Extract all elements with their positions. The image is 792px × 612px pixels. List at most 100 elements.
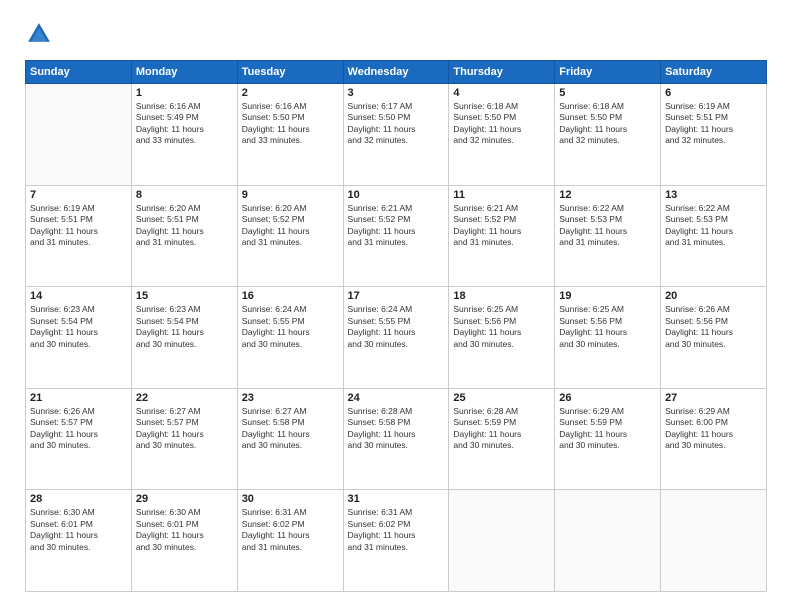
day-info: Sunrise: 6:23 AM Sunset: 5:54 PM Dayligh… [30, 304, 127, 350]
day-info: Sunrise: 6:29 AM Sunset: 6:00 PM Dayligh… [665, 406, 762, 452]
week-row-3: 14 Sunrise: 6:23 AM Sunset: 5:54 PM Dayli… [26, 287, 767, 389]
day-info: Sunrise: 6:19 AM Sunset: 5:51 PM Dayligh… [30, 203, 127, 249]
day-number: 23 [242, 392, 339, 404]
day-info: Sunrise: 6:27 AM Sunset: 5:58 PM Dayligh… [242, 406, 339, 452]
day-info: Sunrise: 6:26 AM Sunset: 5:57 PM Dayligh… [30, 406, 127, 452]
day-number: 4 [453, 87, 550, 99]
calendar-cell: 24 Sunrise: 6:28 AM Sunset: 5:58 PM Dayli… [343, 388, 449, 490]
calendar-cell: 25 Sunrise: 6:28 AM Sunset: 5:59 PM Dayli… [449, 388, 555, 490]
week-row-4: 21 Sunrise: 6:26 AM Sunset: 5:57 PM Dayli… [26, 388, 767, 490]
calendar-cell: 22Sunrise: 6:27 AM Sunset: 5:57 PM Dayli… [131, 388, 237, 490]
calendar-cell: 7 Sunrise: 6:19 AM Sunset: 5:51 PM Daylig… [26, 185, 132, 287]
day-info: Sunrise: 6:26 AM Sunset: 5:56 PM Dayligh… [665, 304, 762, 350]
calendar-cell [26, 84, 132, 186]
calendar: SundayMondayTuesdayWednesdayThursdayFrid… [25, 60, 767, 592]
calendar-cell: 10Sunrise: 6:21 AM Sunset: 5:52 PM Dayli… [343, 185, 449, 287]
logo-icon [25, 20, 53, 48]
weekday-header-saturday: Saturday [661, 61, 767, 84]
week-row-2: 7 Sunrise: 6:19 AM Sunset: 5:51 PM Daylig… [26, 185, 767, 287]
day-info: Sunrise: 6:16 AM Sunset: 5:50 PM Dayligh… [242, 101, 339, 147]
calendar-cell [449, 490, 555, 592]
header [25, 20, 767, 48]
calendar-cell [661, 490, 767, 592]
calendar-cell: 1 Sunrise: 6:16 AM Sunset: 5:49 PM Daylig… [131, 84, 237, 186]
weekday-header-wednesday: Wednesday [343, 61, 449, 84]
day-number: 3 [348, 87, 445, 99]
day-number: 29 [136, 493, 233, 505]
calendar-cell: 26 Sunrise: 6:29 AM Sunset: 5:59 PM Dayli… [555, 388, 661, 490]
day-number: 25 [453, 392, 550, 404]
day-number: 1 [136, 87, 233, 99]
day-info: Sunrise: 6:23 AM Sunset: 5:54 PM Dayligh… [136, 304, 233, 350]
day-info: Sunrise: 6:28 AM Sunset: 5:58 PM Dayligh… [348, 406, 445, 452]
weekday-header-tuesday: Tuesday [237, 61, 343, 84]
calendar-cell: 20Sunrise: 6:26 AM Sunset: 5:56 PM Dayli… [661, 287, 767, 389]
day-info: Sunrise: 6:24 AM Sunset: 5:55 PM Dayligh… [242, 304, 339, 350]
day-number: 19 [559, 290, 656, 302]
day-number: 9 [242, 189, 339, 201]
calendar-cell [555, 490, 661, 592]
day-number: 30 [242, 493, 339, 505]
day-info: Sunrise: 6:30 AM Sunset: 6:01 PM Dayligh… [30, 507, 127, 553]
weekday-header-thursday: Thursday [449, 61, 555, 84]
week-row-5: 28 Sunrise: 6:30 AM Sunset: 6:01 PM Dayli… [26, 490, 767, 592]
day-info: Sunrise: 6:18 AM Sunset: 5:50 PM Dayligh… [559, 101, 656, 147]
logo [25, 20, 57, 48]
day-number: 7 [30, 189, 127, 201]
day-info: Sunrise: 6:22 AM Sunset: 5:53 PM Dayligh… [559, 203, 656, 249]
day-info: Sunrise: 6:31 AM Sunset: 6:02 PM Dayligh… [242, 507, 339, 553]
calendar-cell: 17Sunrise: 6:24 AM Sunset: 5:55 PM Dayli… [343, 287, 449, 389]
day-number: 24 [348, 392, 445, 404]
day-number: 31 [348, 493, 445, 505]
day-info: Sunrise: 6:29 AM Sunset: 5:59 PM Dayligh… [559, 406, 656, 452]
calendar-cell: 28 Sunrise: 6:30 AM Sunset: 6:01 PM Dayli… [26, 490, 132, 592]
day-number: 5 [559, 87, 656, 99]
day-number: 12 [559, 189, 656, 201]
day-info: Sunrise: 6:20 AM Sunset: 5:51 PM Dayligh… [136, 203, 233, 249]
day-number: 21 [30, 392, 127, 404]
calendar-cell: 30 Sunrise: 6:31 AM Sunset: 6:02 PM Dayli… [237, 490, 343, 592]
day-info: Sunrise: 6:25 AM Sunset: 5:56 PM Dayligh… [453, 304, 550, 350]
day-number: 28 [30, 493, 127, 505]
day-info: Sunrise: 6:17 AM Sunset: 5:50 PM Dayligh… [348, 101, 445, 147]
day-number: 6 [665, 87, 762, 99]
calendar-cell: 6 Sunrise: 6:19 AM Sunset: 5:51 PM Daylig… [661, 84, 767, 186]
day-info: Sunrise: 6:30 AM Sunset: 6:01 PM Dayligh… [136, 507, 233, 553]
day-info: Sunrise: 6:16 AM Sunset: 5:49 PM Dayligh… [136, 101, 233, 147]
calendar-cell: 31 Sunrise: 6:31 AM Sunset: 6:02 PM Dayli… [343, 490, 449, 592]
day-number: 8 [136, 189, 233, 201]
day-info: Sunrise: 6:22 AM Sunset: 5:53 PM Dayligh… [665, 203, 762, 249]
day-info: Sunrise: 6:27 AM Sunset: 5:57 PM Dayligh… [136, 406, 233, 452]
week-row-1: 1 Sunrise: 6:16 AM Sunset: 5:49 PM Daylig… [26, 84, 767, 186]
calendar-cell: 21 Sunrise: 6:26 AM Sunset: 5:57 PM Dayli… [26, 388, 132, 490]
day-info: Sunrise: 6:19 AM Sunset: 5:51 PM Dayligh… [665, 101, 762, 147]
weekday-header-row: SundayMondayTuesdayWednesdayThursdayFrid… [26, 61, 767, 84]
calendar-cell: 11Sunrise: 6:21 AM Sunset: 5:52 PM Dayli… [449, 185, 555, 287]
day-number: 18 [453, 290, 550, 302]
day-info: Sunrise: 6:20 AM Sunset: 5:52 PM Dayligh… [242, 203, 339, 249]
calendar-cell: 27 Sunrise: 6:29 AM Sunset: 6:00 PM Dayli… [661, 388, 767, 490]
calendar-cell: 18 Sunrise: 6:25 AM Sunset: 5:56 PM Dayli… [449, 287, 555, 389]
weekday-header-sunday: Sunday [26, 61, 132, 84]
day-number: 15 [136, 290, 233, 302]
day-info: Sunrise: 6:31 AM Sunset: 6:02 PM Dayligh… [348, 507, 445, 553]
calendar-cell: 15 Sunrise: 6:23 AM Sunset: 5:54 PM Dayli… [131, 287, 237, 389]
calendar-cell: 19Sunrise: 6:25 AM Sunset: 5:56 PM Dayli… [555, 287, 661, 389]
calendar-cell: 29 Sunrise: 6:30 AM Sunset: 6:01 PM Dayli… [131, 490, 237, 592]
day-number: 11 [453, 189, 550, 201]
calendar-cell: 13 Sunrise: 6:22 AM Sunset: 5:53 PM Dayli… [661, 185, 767, 287]
day-number: 2 [242, 87, 339, 99]
day-number: 26 [559, 392, 656, 404]
calendar-cell: 9 Sunrise: 6:20 AM Sunset: 5:52 PM Daylig… [237, 185, 343, 287]
day-info: Sunrise: 6:28 AM Sunset: 5:59 PM Dayligh… [453, 406, 550, 452]
day-info: Sunrise: 6:18 AM Sunset: 5:50 PM Dayligh… [453, 101, 550, 147]
day-info: Sunrise: 6:21 AM Sunset: 5:52 PM Dayligh… [348, 203, 445, 249]
page: SundayMondayTuesdayWednesdayThursdayFrid… [0, 0, 792, 612]
day-number: 27 [665, 392, 762, 404]
day-info: Sunrise: 6:24 AM Sunset: 5:55 PM Dayligh… [348, 304, 445, 350]
day-number: 14 [30, 290, 127, 302]
day-number: 13 [665, 189, 762, 201]
calendar-cell: 2 Sunrise: 6:16 AM Sunset: 5:50 PM Daylig… [237, 84, 343, 186]
calendar-cell: 14 Sunrise: 6:23 AM Sunset: 5:54 PM Dayli… [26, 287, 132, 389]
calendar-cell: 16Sunrise: 6:24 AM Sunset: 5:55 PM Dayli… [237, 287, 343, 389]
